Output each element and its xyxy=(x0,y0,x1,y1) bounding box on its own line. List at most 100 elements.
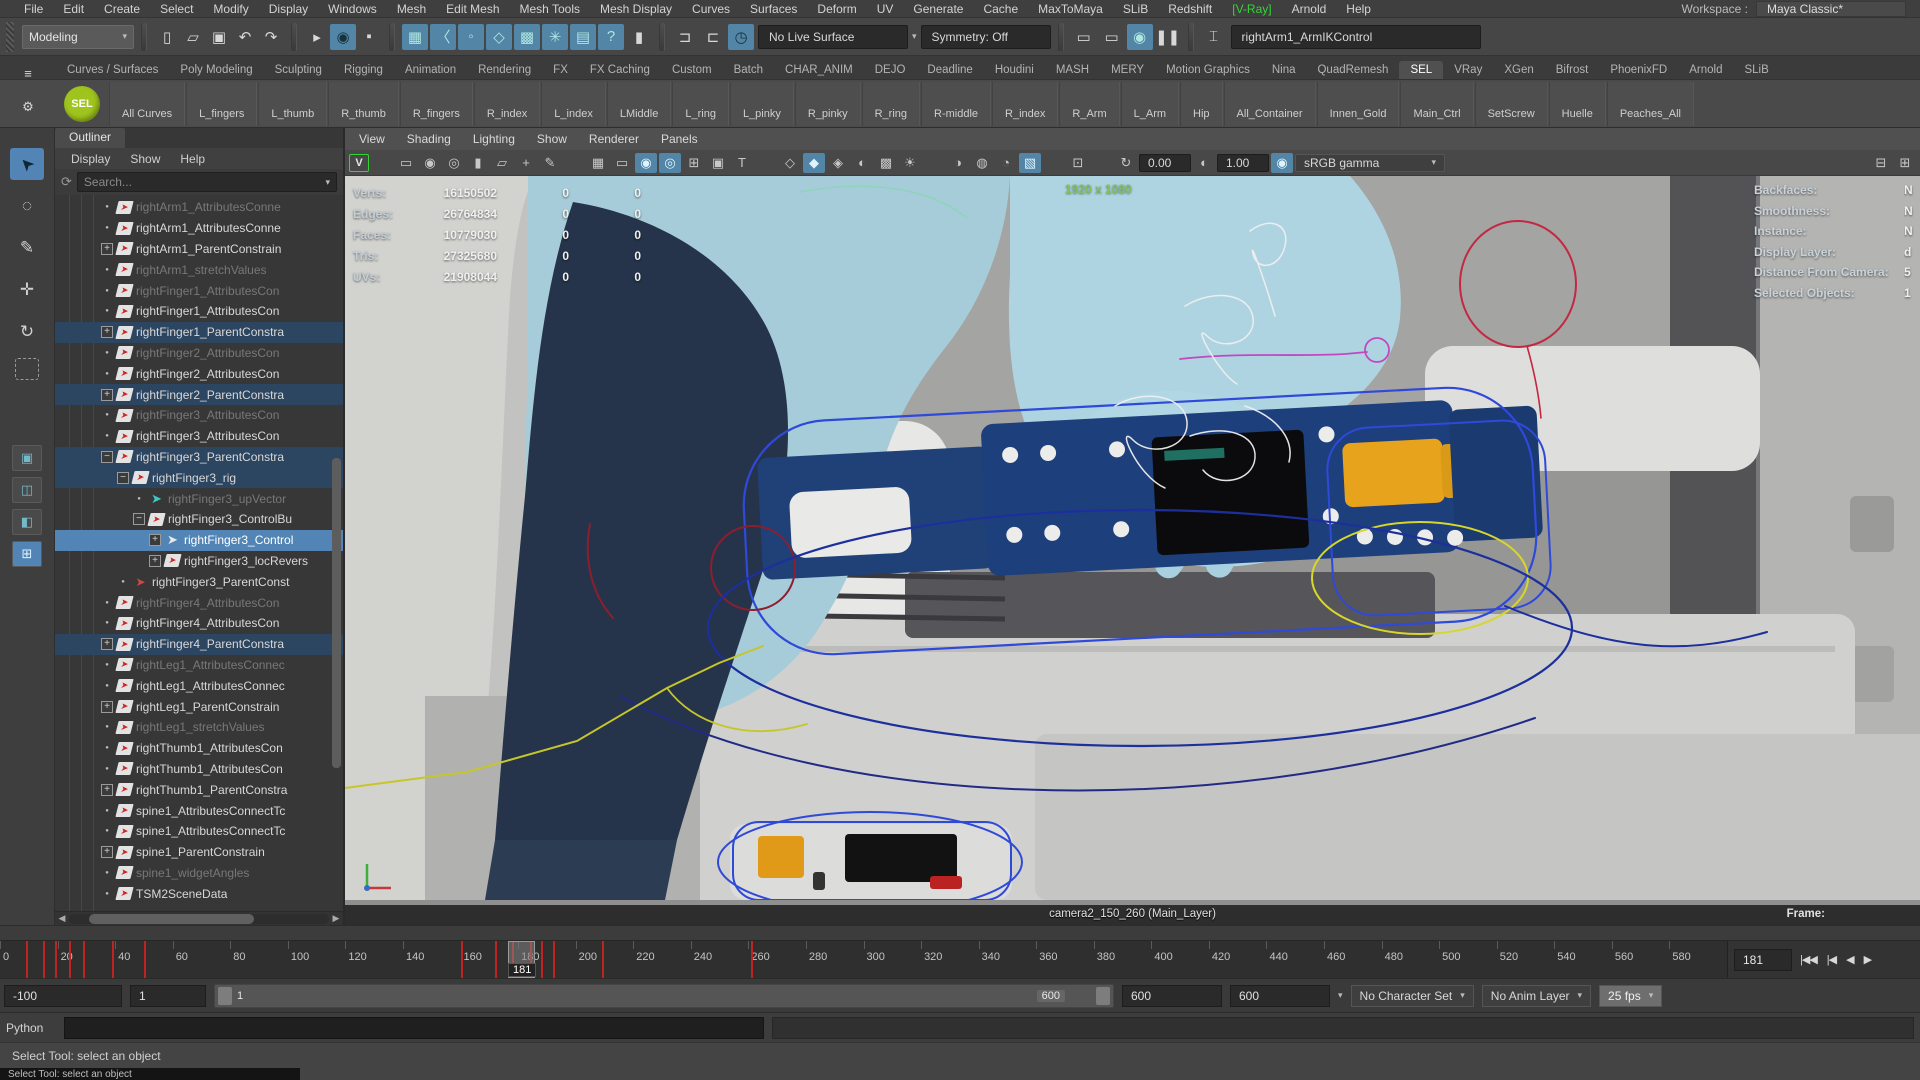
keyframe-tick[interactable] xyxy=(541,941,543,978)
keyframe-tick[interactable] xyxy=(461,941,463,978)
panel-icon[interactable]: ⊞ xyxy=(1894,153,1916,173)
viewport-icon[interactable]: ▱ xyxy=(491,153,513,173)
viewport-icon[interactable]: + xyxy=(515,153,537,173)
outliner-row[interactable]: ● ➤ rightFinger3_AttributesCon xyxy=(55,426,343,447)
menu-item[interactable]: [V-Ray] xyxy=(1222,2,1281,16)
playback-end-field[interactable]: 600 xyxy=(1122,985,1222,1007)
field-entry-icon[interactable]: ⌶ xyxy=(1201,24,1227,50)
shelf-menu-icon[interactable]: ≡ xyxy=(15,60,41,86)
keyframe-tick[interactable] xyxy=(55,941,57,978)
shelf-tab[interactable]: SLiB xyxy=(1733,61,1779,79)
viewport-icon[interactable]: ◑ xyxy=(947,153,969,173)
selection-mode-icon[interactable]: ▸ xyxy=(304,24,330,50)
expand-toggle-icon[interactable]: ● xyxy=(133,493,145,505)
gamma-field[interactable]: 1.00 xyxy=(1217,154,1269,172)
shelf-button[interactable]: R_index xyxy=(992,82,1058,126)
outliner-row[interactable]: ● ➤ rightThumb1_AttributesCon xyxy=(55,738,343,759)
outliner-row[interactable]: ● ➤ spine1_AttributesConnectTc xyxy=(55,821,343,842)
viewport-icon[interactable] xyxy=(755,153,777,173)
range-slider-track[interactable]: 1 600 xyxy=(214,984,1114,1008)
expand-toggle-icon[interactable]: + xyxy=(149,555,161,567)
fps-dropdown[interactable]: 25 fps▾ xyxy=(1599,985,1662,1007)
expand-toggle-icon[interactable]: − xyxy=(117,472,129,484)
expand-toggle-icon[interactable]: ● xyxy=(101,368,113,380)
single-pane-layout-button[interactable]: ▣ xyxy=(12,445,42,471)
outliner-row[interactable]: + ➤ rightFinger3_locRevers xyxy=(55,551,343,572)
menu-item[interactable]: Deform xyxy=(807,2,866,16)
outliner-row[interactable]: + ➤ spine1_ParentConstrain xyxy=(55,842,343,863)
expand-toggle-icon[interactable]: ● xyxy=(101,285,113,297)
outliner-row[interactable]: + ➤ rightFinger1_ParentConstra xyxy=(55,322,343,343)
viewport-menu-item[interactable]: Lighting xyxy=(463,132,525,146)
live-surface-field[interactable]: No Live Surface xyxy=(758,25,908,49)
viewport-icon[interactable]: ⊡ xyxy=(1067,153,1089,173)
outliner-row[interactable]: ● ➤ rightArm1_AttributesConne xyxy=(55,197,343,218)
shelf-tab[interactable]: FX Caching xyxy=(579,61,661,79)
timeline-track[interactable]: 0204060801001201401601802002202402602803… xyxy=(0,941,1728,978)
viewport-icon[interactable] xyxy=(1043,153,1065,173)
shelf-button[interactable]: R_fingers xyxy=(400,82,473,126)
outliner-row[interactable]: + ➤ rightFinger4_ParentConstra xyxy=(55,634,343,655)
viewport-icon[interactable]: ◔ xyxy=(995,153,1017,173)
expand-toggle-icon[interactable]: ● xyxy=(101,201,113,213)
viewport-menu-item[interactable]: Show xyxy=(527,132,577,146)
menu-item[interactable]: Select xyxy=(150,2,203,16)
history-icon[interactable]: ◷ xyxy=(728,24,754,50)
playback-start-field[interactable]: 1 xyxy=(130,985,206,1007)
shelf-tab[interactable]: Custom xyxy=(661,61,723,79)
gamma-toggle-icon[interactable]: ◉ xyxy=(1271,153,1293,173)
menu-item[interactable]: UV xyxy=(867,2,904,16)
keyframe-tick[interactable] xyxy=(112,941,114,978)
expand-toggle-icon[interactable]: ● xyxy=(101,617,113,629)
viewport-icon[interactable]: ◎ xyxy=(443,153,465,173)
viewport-icon[interactable]: ◈ xyxy=(827,153,849,173)
viewport-icon[interactable]: ◎ xyxy=(659,153,681,173)
viewport-icon[interactable] xyxy=(371,153,393,173)
history-icon[interactable]: ⊏ xyxy=(700,24,726,50)
outliner-row[interactable]: ● ➤ TSM2SceneData xyxy=(55,883,343,904)
viewport-icon[interactable]: ▣ xyxy=(707,153,729,173)
menu-item[interactable]: Display xyxy=(259,2,318,16)
keyframe-tick[interactable] xyxy=(602,941,604,978)
outliner-row[interactable]: ● ➤ rightFinger3_AttributesCon xyxy=(55,405,343,426)
viewport-icon[interactable]: ▮ xyxy=(467,153,489,173)
outliner-row[interactable]: + ➤ rightFinger3_Control xyxy=(55,530,343,551)
menu-item[interactable]: Mesh Display xyxy=(590,2,682,16)
viewport-icon[interactable]: ◉ xyxy=(419,153,441,173)
outliner-row[interactable]: ● ➤ rightFinger4_AttributesCon xyxy=(55,613,343,634)
shelf-tab[interactable]: MASH xyxy=(1045,61,1100,79)
outliner-menu-item[interactable]: Display xyxy=(63,152,118,166)
chevron-down-icon[interactable]: ▾ xyxy=(1338,990,1343,1001)
outliner-row[interactable]: ● ➤ rightLeg1_AttributesConnec xyxy=(55,675,343,696)
keyframe-tick[interactable] xyxy=(495,941,497,978)
viewport-icon[interactable]: ◆ xyxy=(803,153,825,173)
shelf-tab[interactable]: Deadline xyxy=(916,61,983,79)
sel-shelf-badge[interactable]: SEL xyxy=(64,86,100,122)
shelf-tab[interactable]: Poly Modeling xyxy=(169,61,263,79)
outliner-row[interactable]: ● ➤ rightFinger4_AttributesCon xyxy=(55,592,343,613)
snap-icon[interactable]: ◇ xyxy=(486,24,512,50)
pane-outliner-layout-button[interactable]: ◧ xyxy=(12,509,42,535)
shelf-tab[interactable]: Motion Graphics xyxy=(1155,61,1261,79)
shelf-tab[interactable]: PhoenixFD xyxy=(1599,61,1678,79)
shelf-button[interactable]: All_Container xyxy=(1224,82,1316,126)
viewport-icon[interactable]: ◍ xyxy=(971,153,993,173)
shelf-button[interactable]: R_pinky xyxy=(795,82,861,126)
viewport-icon[interactable]: ▭ xyxy=(395,153,417,173)
menu-item[interactable]: Curves xyxy=(682,2,740,16)
playback-button[interactable]: ◀ xyxy=(1844,951,1855,968)
shelf-button[interactable]: L_index xyxy=(541,82,606,126)
expand-toggle-icon[interactable]: − xyxy=(101,451,113,463)
expand-toggle-icon[interactable]: ● xyxy=(101,264,113,276)
shelf-button[interactable]: R_ring xyxy=(862,82,920,126)
current-time-field[interactable]: 181 xyxy=(1734,949,1792,971)
menu-item[interactable]: Help xyxy=(1336,2,1381,16)
shelf-button[interactable]: L_fingers xyxy=(186,82,257,126)
toolbar-icon[interactable]: ▯ xyxy=(154,24,180,50)
two-pane-layout-button[interactable]: ◫ xyxy=(12,477,42,503)
outliner-row[interactable]: + ➤ rightThumb1_ParentConstra xyxy=(55,779,343,800)
shelf-tab[interactable]: Nina xyxy=(1261,61,1307,79)
expand-toggle-icon[interactable]: + xyxy=(101,389,113,401)
shelf-tab[interactable]: CHAR_ANIM xyxy=(774,61,864,79)
filter-icon[interactable]: ⟳ xyxy=(61,174,72,190)
